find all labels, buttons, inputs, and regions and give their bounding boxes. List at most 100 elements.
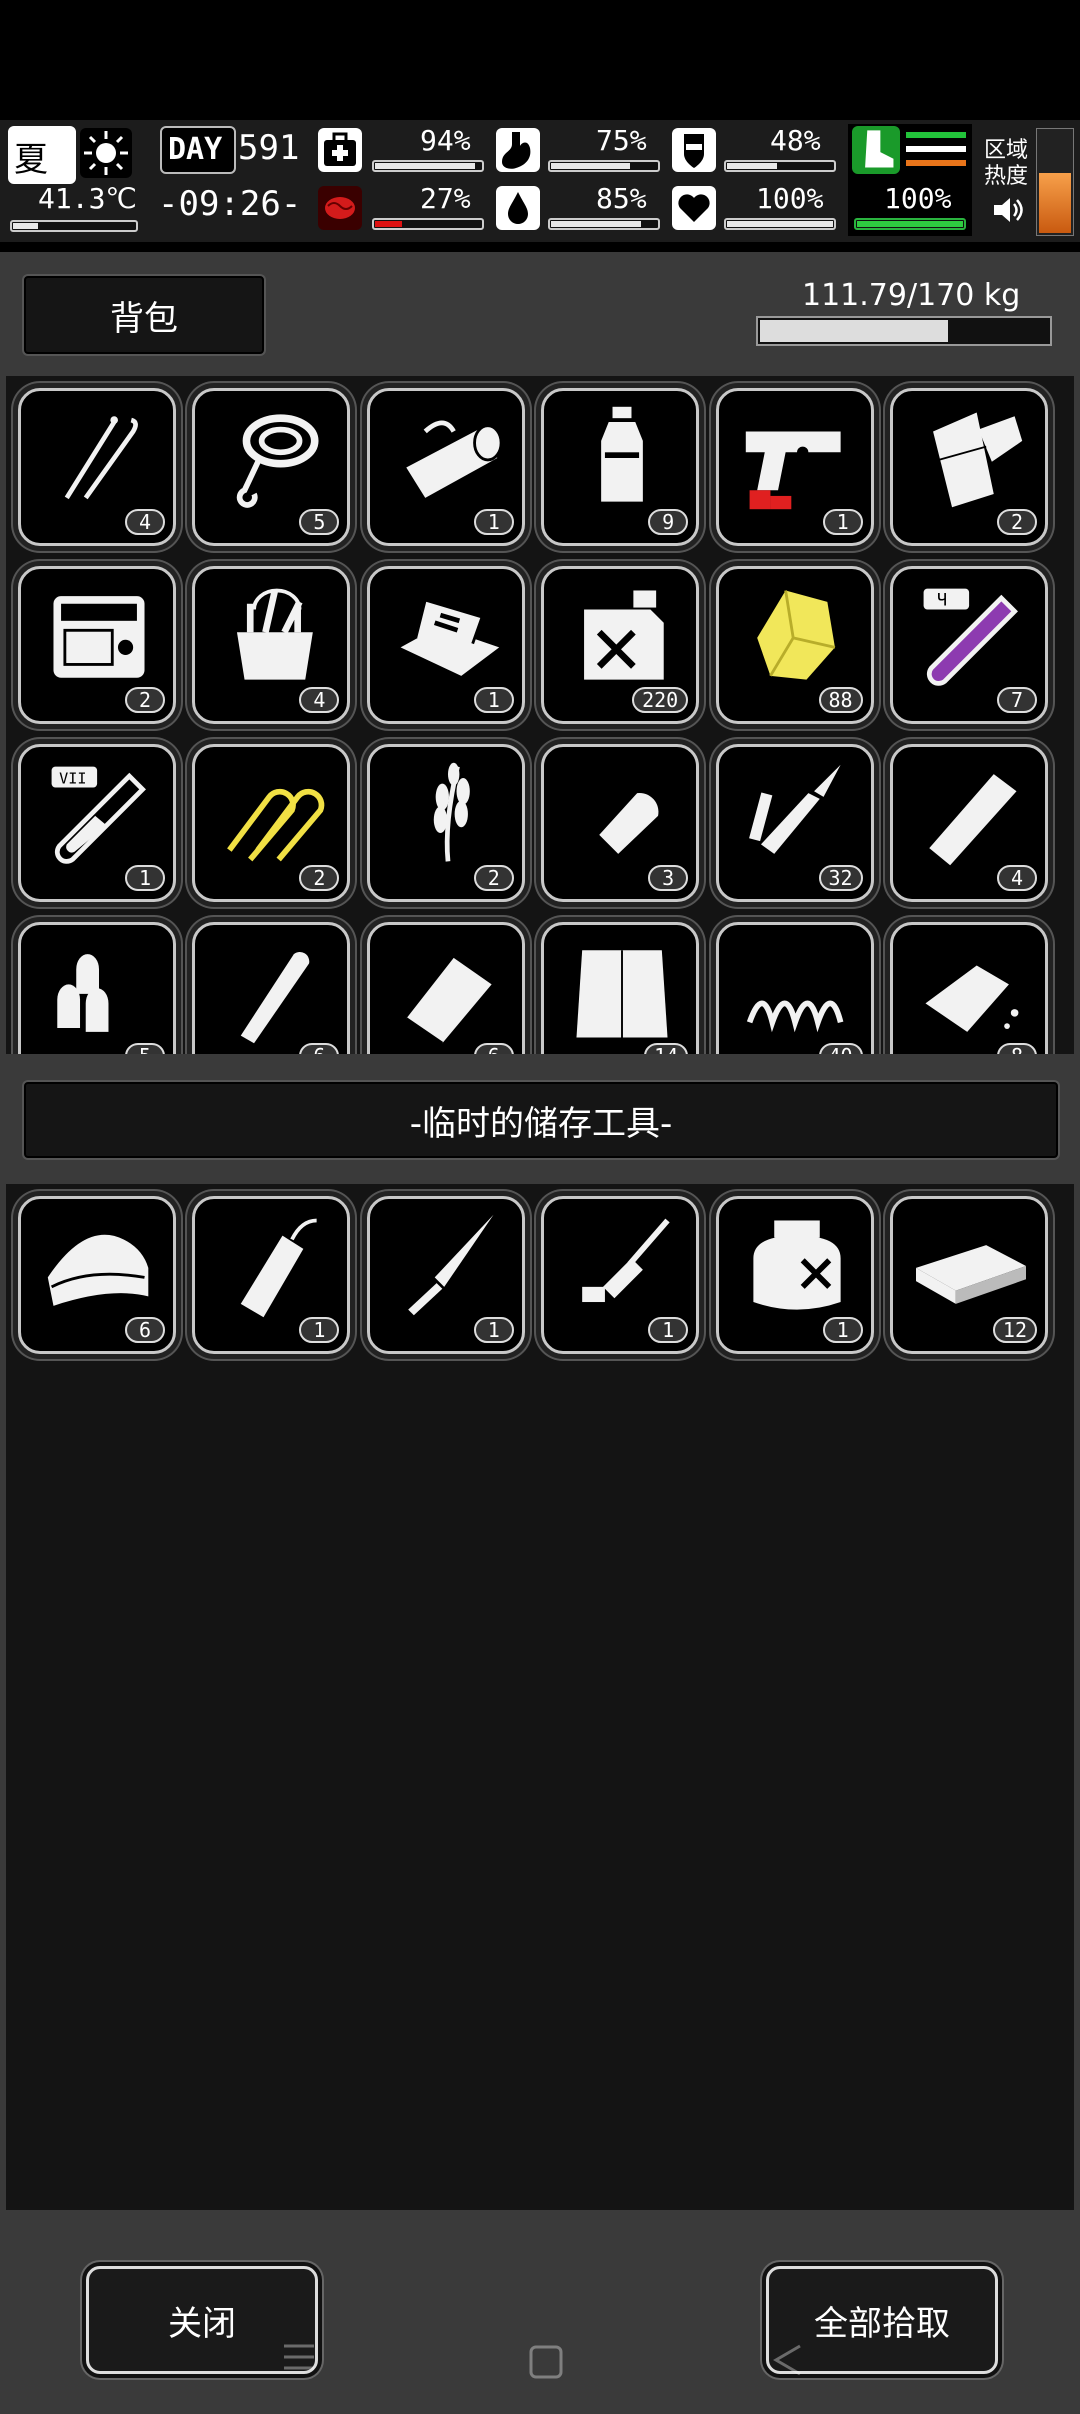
item-count-badge: 4 xyxy=(125,509,165,535)
day-badge: DAY xyxy=(160,126,236,174)
status-hud: 夏 41.3℃ DAY 591 -09:26- 94% 75% 48% 27% … xyxy=(0,120,1080,242)
inventory-slot[interactable]: 4 xyxy=(890,744,1048,902)
nav-home-icon[interactable] xyxy=(528,2344,564,2380)
inventory-slot[interactable]: VII 1 xyxy=(18,744,176,902)
day-label: DAY xyxy=(168,132,223,167)
inventory-slot[interactable]: 1 xyxy=(192,1196,351,1354)
inventory-slot[interactable]: 6 xyxy=(366,922,525,1054)
storage-header: -临时的储存工具- xyxy=(24,1082,1058,1158)
stomach-percent: 75% xyxy=(596,124,647,157)
inventory-slot[interactable]: 1 xyxy=(715,1196,874,1354)
item-count-badge: 14 xyxy=(644,1043,689,1054)
stamina-lines xyxy=(906,132,966,166)
zone-heat-label: 区域热度 xyxy=(984,138,1029,189)
item-count-badge: 6 xyxy=(299,1043,340,1054)
nav-menu-icon[interactable] xyxy=(282,2342,316,2372)
item-count-badge: 1 xyxy=(473,687,514,713)
inventory-slot[interactable]: 3 xyxy=(541,744,700,902)
storage-title: -临时的储存工具- xyxy=(409,1103,673,1144)
inventory-slot[interactable]: 5 xyxy=(18,922,176,1054)
item-count-badge: 2 xyxy=(473,865,514,891)
inventory-slot[interactable]: 2 xyxy=(890,388,1048,546)
clock-readout: -09:26- xyxy=(158,184,302,224)
item-count-badge: 4 xyxy=(299,687,340,713)
storage-grid: 6 1 1 1 1 12 xyxy=(6,1184,1074,2210)
inventory-panel: 背包 111.79/170 kg 4 5 1 9 1 2 2 4 1 220 88 Ч 7 VII 1 2 2 3… xyxy=(0,252,1080,2414)
inventory-slot[interactable]: 8 xyxy=(890,922,1048,1054)
item-count-badge: 8 xyxy=(997,1043,1037,1054)
inventory-slot[interactable]: 2 xyxy=(366,744,525,902)
weight-readout: 111.79/170 kg xyxy=(802,278,1021,313)
item-count-badge: 2 xyxy=(125,687,165,713)
zone-heat-meter xyxy=(1036,128,1074,236)
heart-percent: 100% xyxy=(756,182,824,215)
item-count-badge: 1 xyxy=(822,509,863,535)
item-count-badge: 5 xyxy=(125,1043,165,1054)
season-label: 夏 xyxy=(14,140,48,180)
boot-icon xyxy=(852,126,900,174)
inventory-slot[interactable]: 1 xyxy=(541,1196,700,1354)
backpack-tab[interactable]: 背包 xyxy=(24,276,264,354)
item-count-badge: 1 xyxy=(648,1317,689,1343)
inventory-slot[interactable]: 1 xyxy=(366,388,525,546)
inventory-slot[interactable]: Ч7 xyxy=(890,566,1048,724)
nav-back-icon[interactable] xyxy=(770,2342,806,2378)
day-number: 591 xyxy=(238,128,300,168)
inventory-slot[interactable]: 4 xyxy=(18,388,176,546)
sun-icon xyxy=(80,128,132,178)
item-count-badge: 4 xyxy=(997,865,1037,891)
health-percent: 94% xyxy=(420,124,471,157)
inventory-slot[interactable]: 6 xyxy=(192,922,351,1054)
inventory-slot[interactable]: 40 xyxy=(715,922,874,1054)
close-button-label: 关闭 xyxy=(168,2303,236,2344)
stamina-bar xyxy=(854,218,966,230)
inventory-slot[interactable]: 5 xyxy=(192,388,351,546)
item-count-badge: 7 xyxy=(997,687,1037,713)
item-count-badge: 1 xyxy=(299,1317,340,1343)
item-count-badge: 2 xyxy=(299,865,340,891)
heart-bar xyxy=(724,218,836,230)
inventory-slot[interactable]: 4 xyxy=(192,566,351,724)
inventory-slot[interactable]: 1 xyxy=(366,566,525,724)
inventory-slot[interactable]: 2 xyxy=(192,744,351,902)
inventory-slot[interactable]: 6 xyxy=(18,1196,176,1354)
inventory-slot[interactable]: 12 xyxy=(890,1196,1048,1354)
inventory-slot[interactable]: 1 xyxy=(366,1196,525,1354)
water-percent: 85% xyxy=(596,182,647,215)
mental-percent: 27% xyxy=(420,182,471,215)
item-count-badge: 1 xyxy=(822,1317,863,1343)
inventory-slot[interactable]: 220 xyxy=(541,566,700,724)
health-bar xyxy=(372,160,484,172)
shield-bar xyxy=(724,160,836,172)
item-count-badge: 32 xyxy=(818,865,863,891)
medkit-icon xyxy=(318,128,362,172)
item-count-badge: 5 xyxy=(299,509,340,535)
item-count-badge: 12 xyxy=(992,1317,1037,1343)
item-count-badge: 1 xyxy=(473,1317,514,1343)
inventory-slot[interactable]: 14 xyxy=(541,922,700,1054)
item-count-badge: 9 xyxy=(648,509,689,535)
stomach-icon xyxy=(496,128,540,172)
season-badge: 夏 xyxy=(8,126,76,184)
inventory-slot[interactable]: 1 xyxy=(715,388,874,546)
shield-icon xyxy=(672,128,716,172)
stamina-percent: 100% xyxy=(884,182,952,215)
item-count-badge: 3 xyxy=(648,865,689,891)
inventory-slot[interactable]: 88 xyxy=(715,566,874,724)
item-count-badge: 88 xyxy=(818,687,863,713)
item-count-badge: 6 xyxy=(125,1317,165,1343)
speaker-icon[interactable] xyxy=(990,192,1026,228)
inventory-slot[interactable]: 32 xyxy=(715,744,874,902)
temperature-readout: 41.3℃ xyxy=(38,182,137,215)
weight-bar xyxy=(756,316,1052,346)
item-count-badge: 1 xyxy=(125,865,165,891)
brain-icon xyxy=(318,186,362,230)
shield-percent: 48% xyxy=(770,124,821,157)
inventory-slot[interactable]: 2 xyxy=(18,566,176,724)
svg-text:VII: VII xyxy=(59,770,86,788)
item-count-badge: 2 xyxy=(997,509,1037,535)
backpack-grid: 45191224122088Ч7VII122332456614408 xyxy=(6,376,1074,1054)
item-count-badge: 40 xyxy=(818,1043,863,1054)
water-bar xyxy=(548,218,660,230)
inventory-slot[interactable]: 9 xyxy=(541,388,700,546)
